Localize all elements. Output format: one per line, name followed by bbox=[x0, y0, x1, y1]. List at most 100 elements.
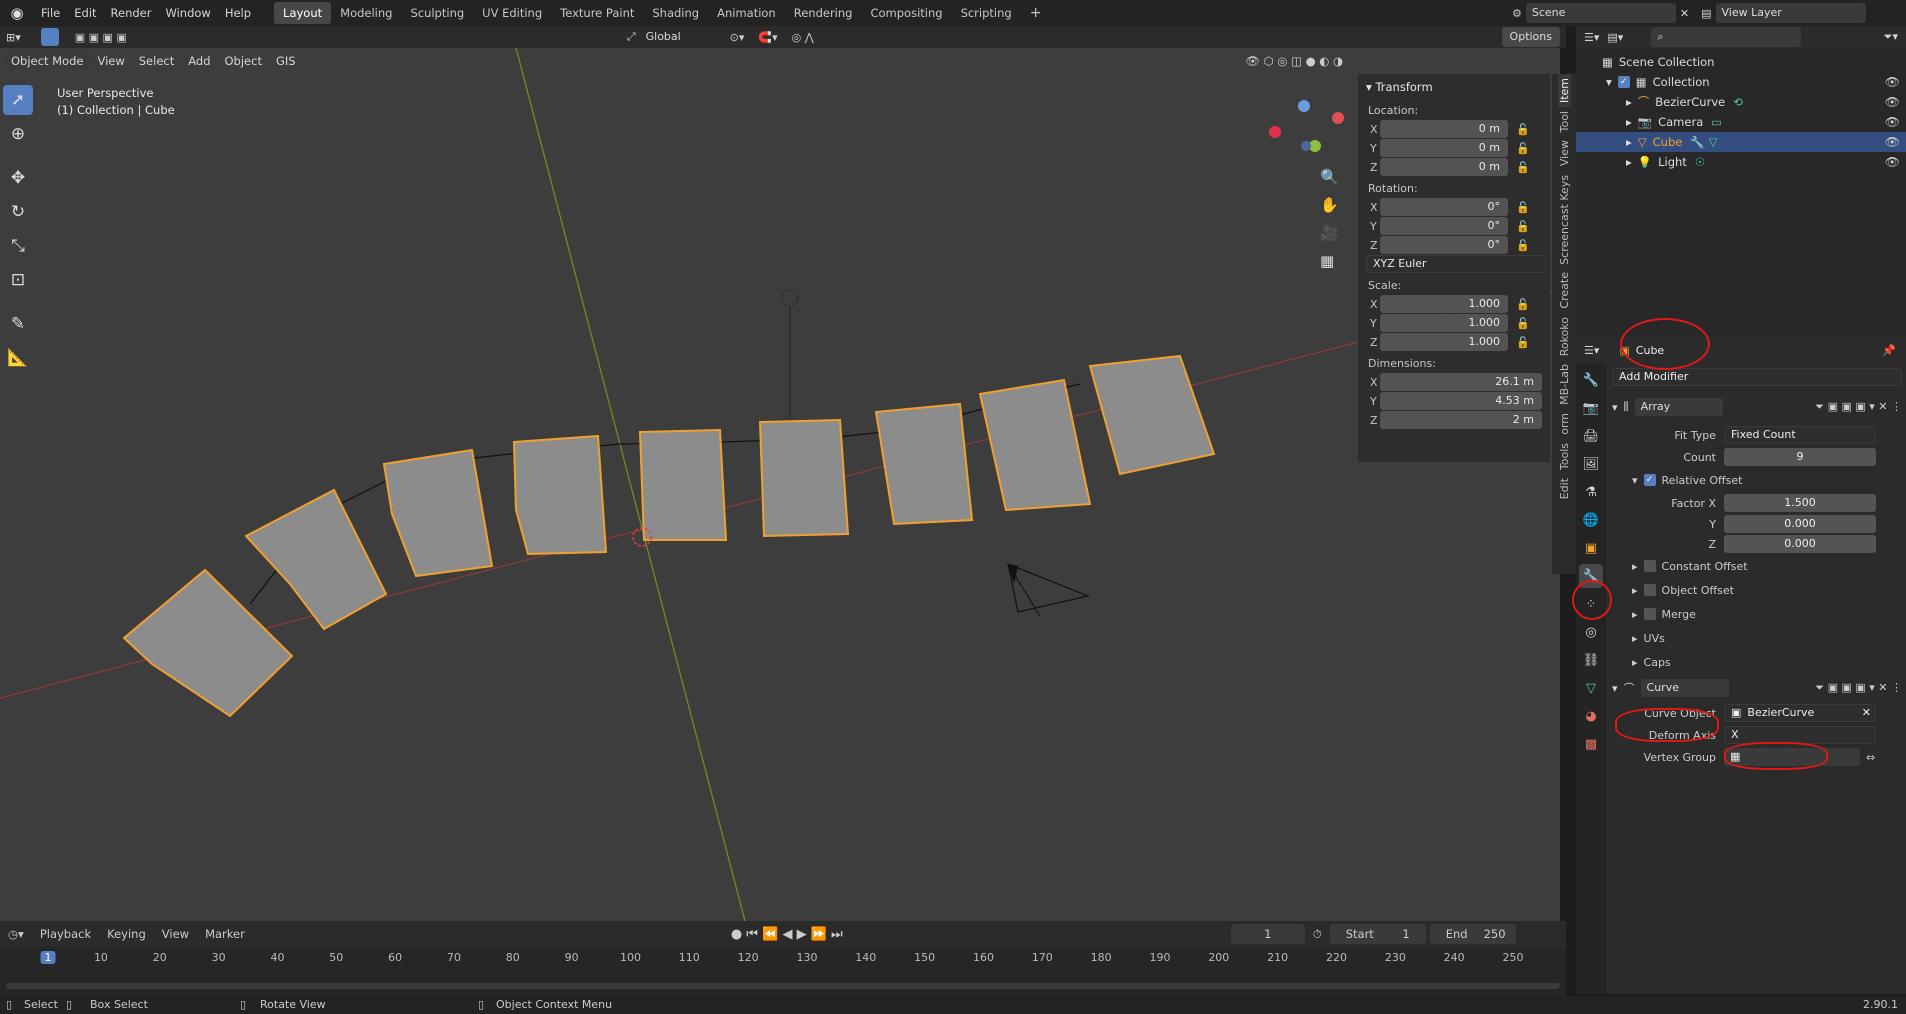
outliner-editor-icon[interactable]: ☰▾ bbox=[1584, 31, 1599, 44]
object-tab-icon[interactable]: ▣ bbox=[1579, 536, 1603, 560]
menu-gis[interactable]: GIS bbox=[269, 54, 303, 68]
caps-row[interactable]: ▸ Caps bbox=[1612, 650, 1902, 674]
dimensions-z-field[interactable]: 2 m bbox=[1380, 411, 1542, 429]
count-field[interactable]: 9 bbox=[1724, 448, 1876, 466]
grid-view-icon[interactable]: ▦ bbox=[1320, 252, 1339, 270]
lock-icon[interactable]: 🔓 bbox=[1516, 336, 1532, 349]
tab-texture-paint[interactable]: Texture Paint bbox=[551, 2, 643, 24]
checkbox[interactable] bbox=[1643, 560, 1656, 572]
camera-view-icon[interactable]: 🎥 bbox=[1320, 224, 1339, 242]
playback-controls[interactable]: ● ⏮ ⏪ ◀ ▶ ⏩ ⏭ bbox=[723, 927, 851, 942]
dimensions-x-field[interactable]: 26.1 m bbox=[1380, 373, 1542, 391]
object-mode-dropdown[interactable]: Object Mode bbox=[4, 54, 91, 68]
rotation-x-field[interactable]: 0° bbox=[1380, 198, 1508, 216]
keying-menu[interactable]: Keying bbox=[99, 927, 154, 941]
tab-modeling[interactable]: Modeling bbox=[331, 2, 401, 24]
menu-file[interactable]: File bbox=[34, 0, 67, 26]
marker-menu[interactable]: Marker bbox=[197, 927, 253, 941]
outliner-item-beziercurve[interactable]: ▸ ⌒ BezierCurve ⟲ 👁 bbox=[1576, 92, 1906, 112]
location-x-field[interactable]: 0 m bbox=[1380, 120, 1508, 138]
menu-edit[interactable]: Edit bbox=[67, 0, 103, 26]
physics-tab-icon[interactable]: ◎ bbox=[1579, 620, 1603, 644]
expand-icon[interactable]: ▸ bbox=[1632, 632, 1638, 645]
tab-mb-lab[interactable]: MB-Lab bbox=[1558, 360, 1571, 409]
tab-compositing[interactable]: Compositing bbox=[861, 2, 951, 24]
tab-sculpting[interactable]: Sculpting bbox=[401, 2, 473, 24]
location-z-field[interactable]: 0 m bbox=[1380, 158, 1508, 176]
tab-scripting[interactable]: Scripting bbox=[952, 2, 1021, 24]
eye-icon[interactable]: 👁 bbox=[1885, 135, 1900, 149]
merge-row[interactable]: ▸ Merge bbox=[1612, 602, 1902, 626]
pivot-icon[interactable]: ⊙▾ bbox=[730, 31, 745, 44]
menu-help[interactable]: Help bbox=[218, 0, 258, 26]
scale-y-field[interactable]: 1.000 bbox=[1380, 314, 1508, 332]
tab-orm[interactable]: orm bbox=[1558, 409, 1571, 439]
expand-icon[interactable]: ▸ bbox=[1626, 115, 1632, 129]
tab-rendering[interactable]: Rendering bbox=[785, 2, 862, 24]
eye-icon[interactable]: 👁 bbox=[1885, 95, 1900, 109]
constraints-tab-icon[interactable]: ⛓ bbox=[1579, 648, 1603, 672]
properties-editor-icon[interactable]: ☰▾ bbox=[1584, 344, 1599, 357]
texture-tab-icon[interactable]: ▩ bbox=[1579, 732, 1603, 756]
outliner-search-input[interactable]: ⌕ bbox=[1651, 27, 1802, 47]
tab-shading[interactable]: Shading bbox=[643, 2, 708, 24]
tab-rokoko[interactable]: Rokoko bbox=[1558, 313, 1571, 360]
lock-icon[interactable]: 🔓 bbox=[1516, 317, 1532, 330]
menu-view[interactable]: View bbox=[90, 54, 131, 68]
scene-tab-icon[interactable]: ⚗ bbox=[1579, 480, 1603, 504]
add-modifier-dropdown[interactable]: Add Modifier bbox=[1612, 368, 1902, 386]
proportional-edit-icon[interactable]: ◎ ⋀ bbox=[792, 31, 814, 44]
scale-icon[interactable]: ⤡ bbox=[3, 231, 33, 261]
viewport-shading-icons[interactable]: 👁 ⬡ ◎ ◫ ● ◐ ◑ bbox=[1238, 54, 1350, 68]
array-name-field[interactable]: Array bbox=[1634, 398, 1723, 416]
snap-icon[interactable]: 🧲▾ bbox=[758, 31, 777, 44]
blender-logo-icon[interactable]: ◉ bbox=[6, 2, 28, 24]
tab-item[interactable]: Item bbox=[1557, 74, 1571, 108]
tab-view[interactable]: View bbox=[1558, 136, 1571, 170]
display-mode-icon[interactable]: ▤▾ bbox=[1607, 31, 1623, 44]
clear-icon[interactable]: ✕ bbox=[1862, 705, 1871, 721]
collapse-icon[interactable]: ▾ bbox=[1632, 474, 1638, 487]
timeline-editor-icon[interactable]: ◷▾ bbox=[0, 927, 32, 941]
lock-icon[interactable]: 🔓 bbox=[1516, 161, 1532, 174]
deform-axis-dropdown[interactable]: X bbox=[1724, 726, 1876, 744]
current-frame-field[interactable]: 1 bbox=[1230, 924, 1305, 944]
menu-select[interactable]: Select bbox=[132, 54, 181, 68]
scale-x-field[interactable]: 1.000 bbox=[1380, 295, 1508, 313]
relative-offset-row[interactable]: ▾ ✓ Relative Offset bbox=[1612, 468, 1902, 492]
fit-type-dropdown[interactable]: Fixed Count bbox=[1724, 426, 1876, 444]
curve-name-field[interactable]: Curve bbox=[1640, 679, 1729, 697]
view-layer-tab-icon[interactable]: 🖼 bbox=[1579, 452, 1603, 476]
eye-icon[interactable]: 👁 bbox=[1885, 155, 1900, 169]
expand-icon[interactable]: ▸ bbox=[1626, 155, 1632, 169]
editor-type-icon[interactable]: ⊞▾ bbox=[6, 31, 21, 44]
curve-object-field[interactable]: ▣ BezierCurve ✕ bbox=[1724, 704, 1876, 722]
outliner-item-light[interactable]: ▸ 💡 Light ☉ 👁 bbox=[1576, 152, 1906, 172]
view-menu[interactable]: View bbox=[154, 927, 197, 941]
add-workspace-icon[interactable]: + bbox=[1021, 2, 1051, 24]
close-icon[interactable]: ✕ bbox=[1680, 7, 1689, 20]
lock-icon[interactable]: 🔓 bbox=[1516, 123, 1532, 136]
relative-offset-checkbox[interactable]: ✓ bbox=[1643, 474, 1656, 486]
orientation-dropdown[interactable]: Global bbox=[640, 27, 710, 47]
scene-icon[interactable]: ⚙ bbox=[1512, 7, 1522, 20]
transform-icon[interactable]: ⊡ bbox=[3, 265, 33, 295]
dimensions-y-field[interactable]: 4.53 m bbox=[1380, 392, 1542, 410]
object-offset-row[interactable]: ▸ Object Offset bbox=[1612, 578, 1902, 602]
tab-layout[interactable]: Layout bbox=[274, 2, 332, 24]
menu-window[interactable]: Window bbox=[158, 0, 217, 26]
move-icon[interactable]: ✥ bbox=[3, 163, 33, 193]
options-button[interactable]: Options bbox=[1501, 27, 1560, 47]
tab-screencast-keys[interactable]: Screencast Keys bbox=[1558, 171, 1571, 269]
measure-icon[interactable]: 📐 bbox=[3, 343, 33, 373]
expand-icon[interactable]: ▸ bbox=[1632, 608, 1638, 621]
menu-add[interactable]: Add bbox=[181, 54, 217, 68]
lock-icon[interactable]: 🔓 bbox=[1516, 298, 1532, 311]
timeline-scrollbar[interactable] bbox=[6, 983, 1560, 989]
view-layer-icon[interactable]: ▤ bbox=[1701, 7, 1711, 20]
menu-render[interactable]: Render bbox=[104, 0, 159, 26]
constant-offset-row[interactable]: ▸ Constant Offset bbox=[1612, 554, 1902, 578]
checkbox-icon[interactable]: ✓ bbox=[1617, 76, 1630, 88]
rotate-icon[interactable]: ↻ bbox=[3, 197, 33, 227]
expand-icon[interactable]: ▸ bbox=[1632, 584, 1638, 597]
